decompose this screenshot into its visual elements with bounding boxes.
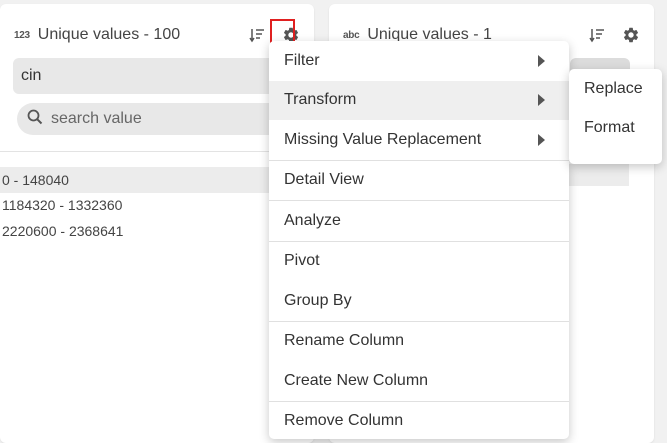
menu-group: Rename Column Create New Column	[269, 322, 569, 402]
submenu-arrow-icon	[538, 133, 545, 146]
menu-item-label: Analyze	[284, 211, 341, 229]
submenu-arrow-icon	[538, 54, 545, 67]
value-row[interactable]: 2220600 - 2368641	[0, 218, 314, 244]
menu-item-label: Missing Value Replacement	[284, 130, 482, 148]
menu-item-missing-value-replacement[interactable]: Missing Value Replacement	[269, 120, 569, 160]
menu-item-group-by[interactable]: Group By	[269, 281, 569, 321]
menu-item-pivot[interactable]: Pivot	[269, 242, 569, 282]
column-context-menu: Filter Transform Missing Value Replaceme…	[269, 41, 569, 439]
column-header: 123 Unique values - 100	[14, 24, 302, 46]
menu-item-analyze[interactable]: Analyze	[269, 201, 569, 241]
search-input[interactable]	[51, 110, 251, 128]
menu-item-label: Detail View	[284, 171, 364, 189]
unique-values-title: Unique values - 100	[37, 26, 181, 43]
search-icon	[27, 109, 43, 130]
value-row[interactable]	[569, 164, 629, 186]
menu-item-label: Create New Column	[284, 371, 429, 389]
menu-group: Pivot Group By	[269, 242, 569, 322]
menu-group: Filter Transform Missing Value Replaceme…	[269, 41, 569, 161]
sort-icon[interactable]	[246, 24, 268, 46]
number-type-icon: 123	[14, 29, 30, 41]
menu-item-detail-view[interactable]: Detail View	[269, 161, 569, 201]
menu-item-label: Filter	[284, 51, 320, 69]
transform-submenu: Replace Format	[569, 69, 662, 164]
menu-item-label: Transform	[284, 91, 357, 109]
column-panel-left: 123 Unique values - 100 cin search value…	[0, 4, 314, 443]
menu-item-label: Pivot	[284, 252, 320, 270]
menu-group: Analyze	[269, 201, 569, 242]
menu-item-create-new-column[interactable]: Create New Column	[269, 361, 569, 401]
value-row[interactable]: 0 - 148040	[0, 167, 314, 193]
menu-item-label: Remove Column	[284, 412, 404, 430]
menu-item-label: Rename Column	[284, 332, 405, 350]
text-type-icon: abc	[343, 29, 360, 41]
sort-icon[interactable]	[586, 24, 608, 46]
menu-item-remove-column[interactable]: Remove Column	[269, 402, 569, 442]
menu-group: Remove Column	[269, 402, 569, 442]
menu-group: Detail View	[269, 161, 569, 201]
submenu-item-format[interactable]: Format	[569, 108, 662, 147]
unique-value-list: 0 - 148040 1184320 - 1332360 2220600 - 2…	[0, 167, 314, 244]
search-field[interactable]	[17, 103, 302, 135]
divider	[0, 151, 314, 152]
menu-item-filter[interactable]: Filter	[269, 41, 569, 81]
column-name-field[interactable]: cin	[13, 58, 302, 94]
submenu-arrow-icon	[538, 94, 545, 107]
value-row[interactable]: 1184320 - 1332360	[0, 193, 314, 219]
menu-item-label: Group By	[284, 291, 352, 309]
menu-item-rename-column[interactable]: Rename Column	[269, 322, 569, 362]
menu-item-transform[interactable]: Transform	[269, 80, 569, 120]
submenu-item-replace[interactable]: Replace	[569, 69, 662, 108]
gear-icon[interactable]	[620, 24, 642, 46]
